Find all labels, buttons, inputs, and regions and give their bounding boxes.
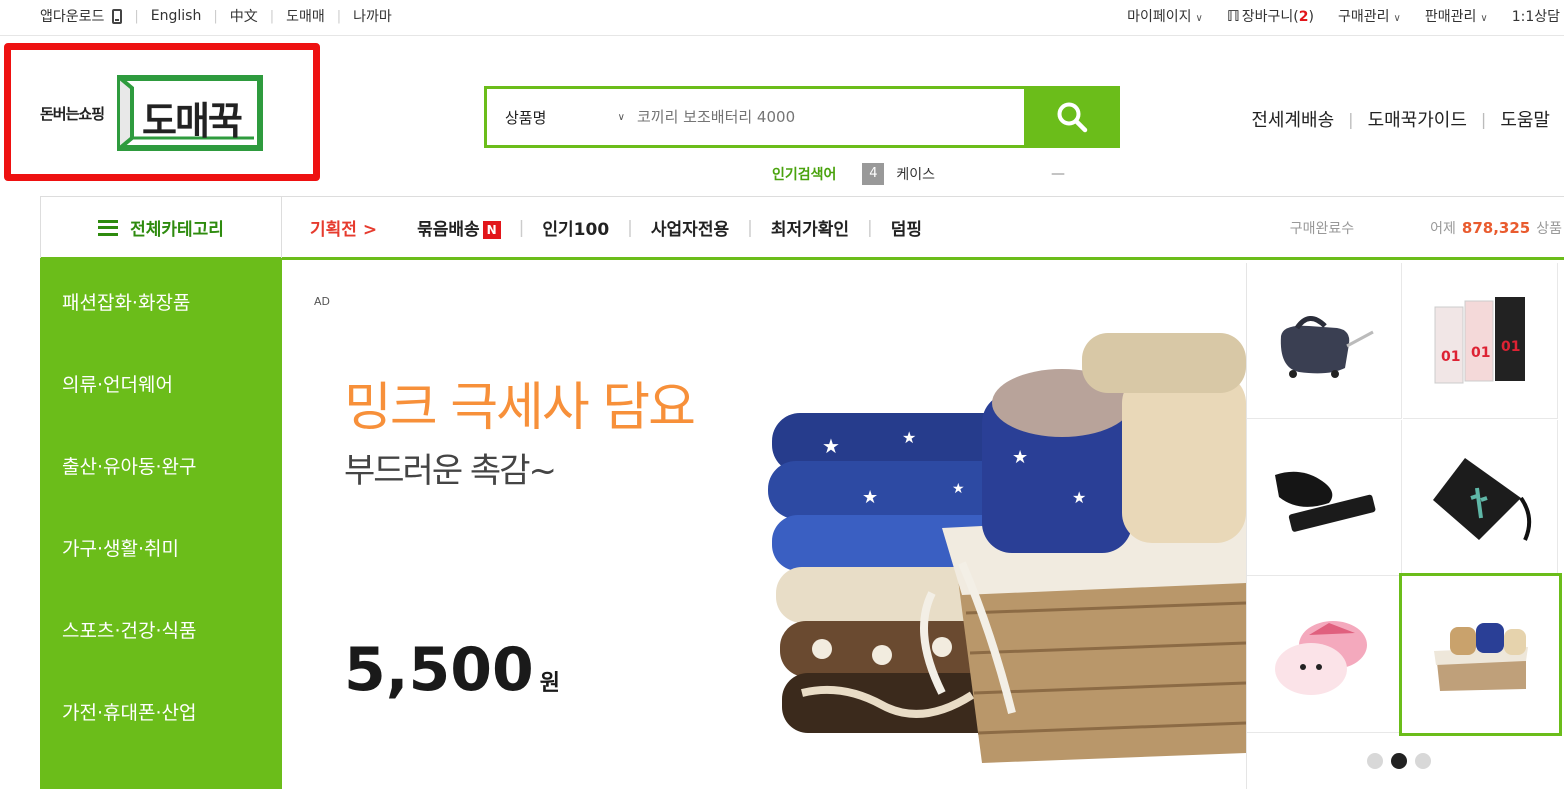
svg-text:01: 01 [1501, 339, 1520, 355]
blanket-basket-image: ★ ★ ★ ★ ★ ★ [768, 333, 1246, 763]
category-baby-toys[interactable]: 출산·유아동·완구 [40, 424, 282, 506]
hero-title: 밍크 극세사 담요 [344, 378, 696, 438]
svg-text:★: ★ [862, 487, 878, 508]
phone-icon [112, 8, 123, 24]
earphones-icon: 01 01 01 [1434, 296, 1525, 383]
support-link[interactable]: 1:1상담 [1512, 6, 1560, 26]
purchase-stats: 구매완료수 어제 878,325 상품 [1290, 218, 1562, 238]
pager-dot[interactable] [1415, 753, 1431, 769]
nav-popular-100[interactable]: 인기100 [542, 215, 609, 240]
popular-toggle-button[interactable]: — [1051, 166, 1065, 182]
app-download-link[interactable]: 앱다운로드 [40, 6, 104, 26]
purchase-menu[interactable]: 구매관리 ∨ [1338, 6, 1401, 26]
logo-tagline: 돈버는쇼핑 [40, 104, 105, 123]
svg-text:01: 01 [1441, 349, 1460, 365]
pouch-icon [1433, 457, 1532, 541]
chevron-down-icon: ∨ [617, 111, 625, 123]
popular-searches: 인기검색어 4 케이스 — [772, 163, 1065, 185]
utility-links: 앱다운로드 | English | 中文 | 도매매 | 나까마 [40, 6, 392, 26]
cart-count: 2 [1298, 9, 1309, 25]
pager-dot[interactable] [1367, 753, 1383, 769]
account-links: 마이페이지 ∨ ℿ 장바구니(2) 구매관리 ∨ 판매관리 ∨ 1:1상담 [1127, 6, 1560, 26]
site-logo[interactable]: 돈버는쇼핑 도매꾹 [40, 74, 266, 152]
svg-text:★: ★ [822, 434, 840, 458]
chevron-down-icon: ∨ [1195, 13, 1203, 24]
category-electronics[interactable]: 가전·휴대폰·산업 [40, 670, 282, 752]
main-nav: 전체카테고리 기획전 > 묶음배송 N | 인기100 | 사업자전용 | 최저가… [40, 196, 1564, 260]
svg-text:01: 01 [1471, 345, 1490, 361]
chevron-down-icon: ∨ [1393, 13, 1401, 24]
svg-text:★: ★ [902, 428, 916, 447]
product-pager [1367, 753, 1431, 769]
cart-icon: ℿ [1226, 7, 1240, 25]
popular-rank-badge: 4 [862, 163, 885, 185]
hero-price: 5,500 원 [344, 635, 561, 705]
nav-links: 기획전 > 묶음배송 N | 인기100 | 사업자전용 | 최저가확인 | 덤핑 [310, 197, 922, 258]
logo-mark: 도매꾹 [114, 74, 266, 152]
stats-label: 구매완료수 [1289, 221, 1355, 237]
stats-count: 878,325 [1461, 219, 1531, 237]
stats-day: 어제 [1430, 221, 1456, 237]
blanket-basket-thumb-icon [1433, 622, 1528, 691]
logo-wordmark: 도매꾹 [142, 99, 243, 143]
category-clothing[interactable]: 의류·언더웨어 [40, 342, 282, 424]
mypage-menu[interactable]: 마이페이지 ∨ [1127, 6, 1203, 26]
svg-text:★: ★ [1072, 488, 1086, 507]
product-thumb-pouch[interactable] [1403, 420, 1558, 576]
search-icon [1057, 102, 1088, 133]
top-utility-bar: 앱다운로드 | English | 中文 | 도매매 | 나까마 마이페이지 ∨ … [0, 0, 1564, 36]
search-button[interactable] [1024, 86, 1120, 148]
pager-dot-active[interactable] [1391, 753, 1407, 769]
ad-label: AD [314, 295, 330, 308]
new-badge: N [482, 221, 501, 239]
category-sidebar: 패션잡화·화장품 의류·언더웨어 출산·유아동·완구 가구·생활·취미 스포츠·… [40, 260, 282, 789]
cart-link[interactable]: ℿ 장바구니(2) [1227, 6, 1314, 26]
product-thumb-blanket-basket[interactable] [1399, 573, 1562, 736]
category-furniture-living[interactable]: 가구·생활·취미 [40, 506, 282, 588]
svg-text:★: ★ [952, 481, 965, 497]
category-fashion-cosmetics[interactable]: 패션잡화·화장품 [40, 260, 282, 342]
svg-text:★: ★ [1012, 447, 1028, 468]
search-bar: 상품명 ∨ [484, 86, 1120, 148]
domeme-link[interactable]: 도매매 [286, 6, 325, 26]
all-categories-button[interactable]: 전체카테고리 [40, 197, 282, 258]
slippers-icon [1275, 620, 1367, 695]
english-link[interactable]: English [151, 8, 202, 24]
popular-term-link[interactable]: 케이스 [896, 164, 935, 184]
help-link[interactable]: 도움말 [1500, 106, 1550, 132]
header-links: 전세계배송 | 도매꾹가이드 | 도움말 [1251, 106, 1550, 132]
search-input[interactable] [637, 89, 1024, 145]
product-grid: 01 01 01 [1246, 263, 1564, 789]
sales-menu[interactable]: 판매관리 ∨ [1425, 6, 1488, 26]
category-sports-food[interactable]: 스포츠·건강·식품 [40, 588, 282, 670]
chinese-link[interactable]: 中文 [230, 6, 258, 26]
travel-bag-icon [1280, 315, 1374, 378]
product-thumb-earphones[interactable]: 01 01 01 [1403, 263, 1558, 419]
nav-special-exhibition[interactable]: 기획전 > [310, 215, 377, 240]
guide-link[interactable]: 도매꾹가이드 [1368, 106, 1467, 132]
nav-business-only[interactable]: 사업자전용 [651, 215, 729, 240]
product-thumb-travel-bag[interactable] [1247, 263, 1402, 419]
nav-bundle-shipping[interactable]: 묶음배송 N [417, 215, 501, 240]
menu-icon [98, 219, 119, 236]
nav-lowest-price[interactable]: 최저가확인 [771, 215, 849, 240]
chevron-down-icon: ∨ [1480, 13, 1488, 24]
hero-banner[interactable]: AD 밍크 극세사 담요 부드러운 촉감~ 5,500 원 ★ ★ ★ ★ ★ ★ [282, 263, 1246, 789]
global-shipping-link[interactable]: 전세계배송 [1251, 106, 1334, 132]
phone-holder-icon [1275, 471, 1376, 532]
stats-unit: 상품 [1536, 221, 1562, 237]
product-thumb-phone-holder[interactable] [1247, 420, 1402, 576]
popular-searches-label: 인기검색어 [772, 167, 837, 183]
product-thumb-slippers[interactable] [1247, 577, 1402, 733]
hero-subtitle: 부드러운 촉감~ [344, 451, 557, 491]
search-type-select[interactable]: 상품명 ∨ [487, 107, 637, 128]
nakama-link[interactable]: 나까마 [353, 6, 392, 26]
nav-dumping[interactable]: 덤핑 [891, 215, 922, 240]
